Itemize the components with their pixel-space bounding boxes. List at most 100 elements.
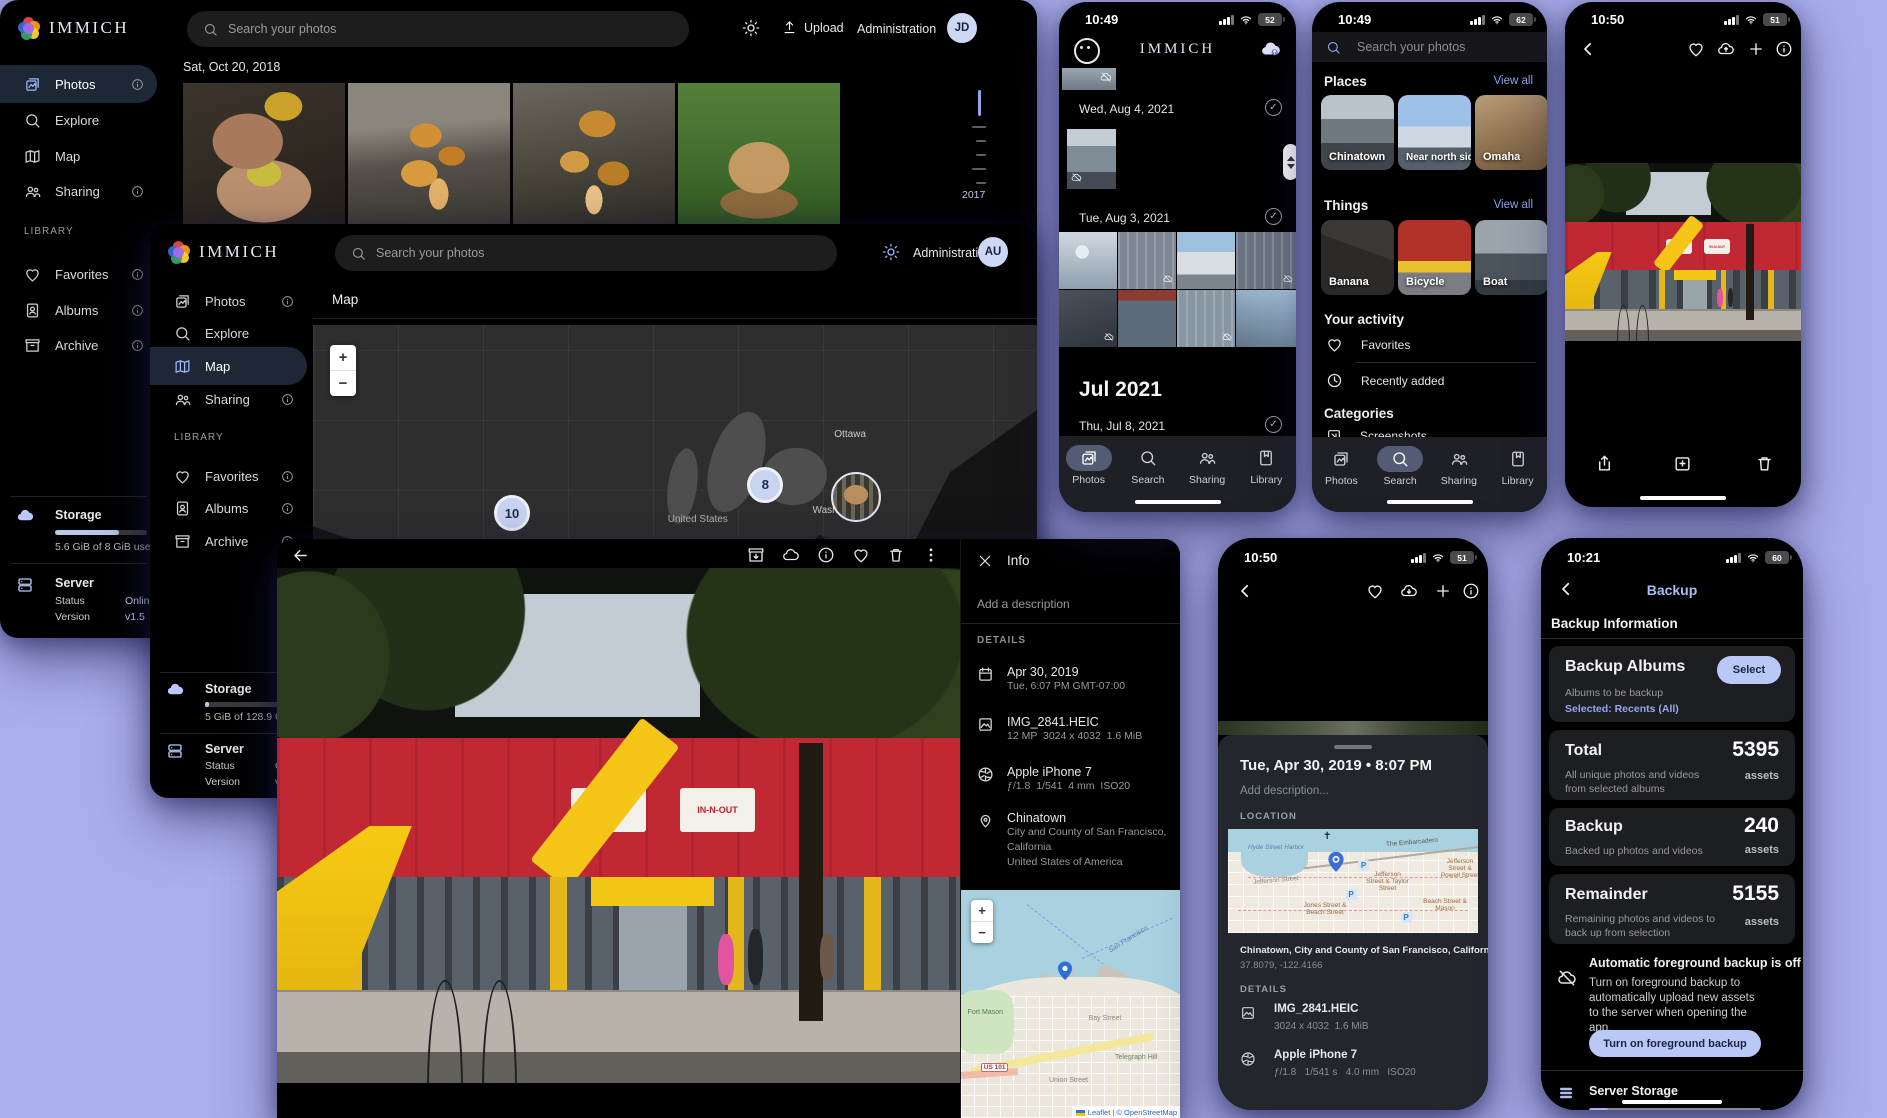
nav-library[interactable]: Library: [1237, 445, 1296, 512]
details-heading: DETAILS: [1240, 984, 1287, 995]
zoom-in-button[interactable]: +: [971, 900, 993, 922]
thing-card[interactable]: Boat: [1475, 220, 1547, 295]
sidebar-item-favorites[interactable]: Favorites: [0, 255, 157, 293]
theme-toggle-icon[interactable]: [882, 243, 900, 264]
photo-thumbnail-mushroom-2[interactable]: [348, 83, 510, 229]
leaflet-flag-icon: [1076, 1110, 1085, 1116]
cloud-icon[interactable]: [782, 546, 800, 567]
library-icon: [1509, 450, 1527, 468]
place-card[interactable]: Omaha: [1475, 95, 1547, 170]
info-icon[interactable]: [1775, 40, 1793, 61]
turn-on-foreground-backup-button[interactable]: Turn on foreground backup: [1589, 1030, 1761, 1057]
add-icon[interactable]: [1747, 40, 1765, 61]
cloud-upload-icon[interactable]: [1717, 40, 1735, 61]
photo-tile[interactable]: [1177, 232, 1235, 289]
add-icon[interactable]: [1434, 582, 1452, 603]
favorite-icon[interactable]: [852, 546, 870, 567]
status-icons: 62: [1470, 13, 1533, 26]
select-check-icon[interactable]: ✓: [1265, 208, 1282, 225]
photo-strip[interactable]: [1218, 721, 1488, 735]
thing-card[interactable]: Bicycle: [1398, 220, 1471, 295]
photo-tile[interactable]: [1118, 290, 1176, 347]
photo-tile[interactable]: [1177, 290, 1235, 347]
info-icon[interactable]: [1462, 582, 1480, 603]
sidebar-item-sharing[interactable]: Sharing: [150, 380, 307, 418]
back-icon[interactable]: [291, 546, 310, 568]
sidebar-item-map[interactable]: Map: [0, 137, 157, 175]
nav-photos[interactable]: Photos: [1059, 445, 1118, 512]
sidebar-item-explore[interactable]: Explore: [0, 101, 157, 139]
photo-tile[interactable]: [1236, 290, 1296, 347]
photo-in-n-out[interactable]: IN-N-OUT IN-N-OUT: [277, 568, 960, 1083]
map-zoom-control[interactable]: + −: [330, 345, 356, 396]
photo-tile[interactable]: [1059, 290, 1117, 347]
info-icon[interactable]: [817, 546, 835, 567]
nav-library[interactable]: Library: [1488, 446, 1547, 512]
photo-thumbnail-mushroom-1[interactable]: [183, 83, 345, 229]
close-icon[interactable]: [977, 553, 993, 572]
cloud-download-icon[interactable]: [1400, 582, 1418, 603]
favorite-icon[interactable]: [1366, 582, 1384, 603]
photo-tile[interactable]: [1236, 232, 1296, 289]
file-name: IMG_2841.HEIC: [1274, 1003, 1358, 1015]
zoom-out-button[interactable]: −: [971, 922, 993, 943]
photo-tile[interactable]: [1118, 232, 1176, 289]
signal-icon: [1726, 553, 1741, 563]
delete-icon[interactable]: [1755, 454, 1774, 476]
map-photo-marker[interactable]: [831, 472, 881, 522]
archive-icon[interactable]: [747, 546, 765, 567]
theme-toggle-icon[interactable]: [742, 19, 760, 40]
place-card[interactable]: Near north side: [1398, 95, 1471, 170]
map-cluster-10-central[interactable]: 10: [494, 495, 530, 531]
photo-tile[interactable]: [1059, 232, 1117, 289]
sidebar-item-albums[interactable]: Albums: [0, 291, 157, 329]
select-check-icon[interactable]: ✓: [1265, 416, 1282, 433]
backup-cloud-icon[interactable]: [1260, 38, 1282, 63]
user-avatar[interactable]: JD: [947, 13, 977, 43]
things-view-all[interactable]: View all: [1494, 199, 1533, 211]
place-card[interactable]: Chinatown: [1321, 95, 1394, 170]
details-sheet[interactable]: Tue, Apr 30, 2019 • 8:07 PM Add descript…: [1218, 735, 1488, 1110]
archive-icon[interactable]: [1673, 454, 1692, 476]
sidebar-item-sharing[interactable]: Sharing: [0, 172, 157, 210]
upload-icon: [782, 20, 797, 35]
favorites-row[interactable]: Favorites: [1326, 336, 1410, 353]
search-input[interactable]: Search your photos: [335, 235, 837, 271]
back-icon[interactable]: [1236, 582, 1254, 603]
search-input[interactable]: Search your photos: [1312, 32, 1547, 62]
user-avatar[interactable]: AU: [978, 237, 1008, 267]
favorite-icon[interactable]: [1687, 40, 1705, 61]
description-input[interactable]: Add description...: [1240, 785, 1329, 797]
sheet-drag-handle[interactable]: [1334, 745, 1372, 749]
backup-card: Backup 240 Backed up photos and videos a…: [1549, 808, 1795, 866]
sidebar-item-photos[interactable]: Photos: [0, 65, 157, 103]
photo-thumbnail-basket[interactable]: [678, 83, 840, 229]
scroll-indicator[interactable]: [978, 90, 981, 116]
sidebar-item-archive[interactable]: Archive: [0, 326, 157, 364]
zoom-in-button[interactable]: +: [330, 345, 356, 371]
more-icon[interactable]: [922, 546, 940, 567]
timeline-scroll-handle[interactable]: [1283, 144, 1296, 180]
nav-photos[interactable]: Photos: [1312, 446, 1371, 512]
photo-tile[interactable]: [1067, 129, 1116, 189]
zoom-out-button[interactable]: −: [330, 371, 356, 396]
minimap-zoom-control[interactable]: + −: [971, 900, 993, 943]
select-check-icon[interactable]: ✓: [1265, 99, 1282, 116]
back-icon[interactable]: [1579, 40, 1597, 61]
delete-icon[interactable]: [887, 546, 905, 567]
administration-link[interactable]: Administration: [857, 22, 936, 36]
phone-photo-details: 10:50 51 Tue, Apr 30, 2019 • 8:07 PM Add…: [1218, 538, 1488, 1110]
photo-tile[interactable]: [1062, 68, 1116, 90]
share-icon[interactable]: [1595, 454, 1614, 476]
recently-added-row[interactable]: Recently added: [1326, 372, 1444, 389]
location-minimap[interactable]: San Francisco Fort Mason Bay Street Unio…: [961, 890, 1180, 1118]
thing-card[interactable]: Banana: [1321, 220, 1394, 295]
photo-in-n-out[interactable]: IN-N-OUT IN-N-OUT: [1565, 163, 1801, 341]
description-input[interactable]: Add a description: [977, 597, 1070, 611]
places-view-all[interactable]: View all: [1494, 75, 1533, 87]
location-map[interactable]: P P P ✝ The Embarcadero Jefferson Street…: [1228, 829, 1478, 933]
search-input[interactable]: Search your photos: [187, 11, 689, 47]
upload-button[interactable]: Upload: [782, 20, 844, 35]
select-button[interactable]: Select: [1717, 656, 1781, 684]
photo-thumbnail-mushroom-3[interactable]: [513, 83, 675, 229]
